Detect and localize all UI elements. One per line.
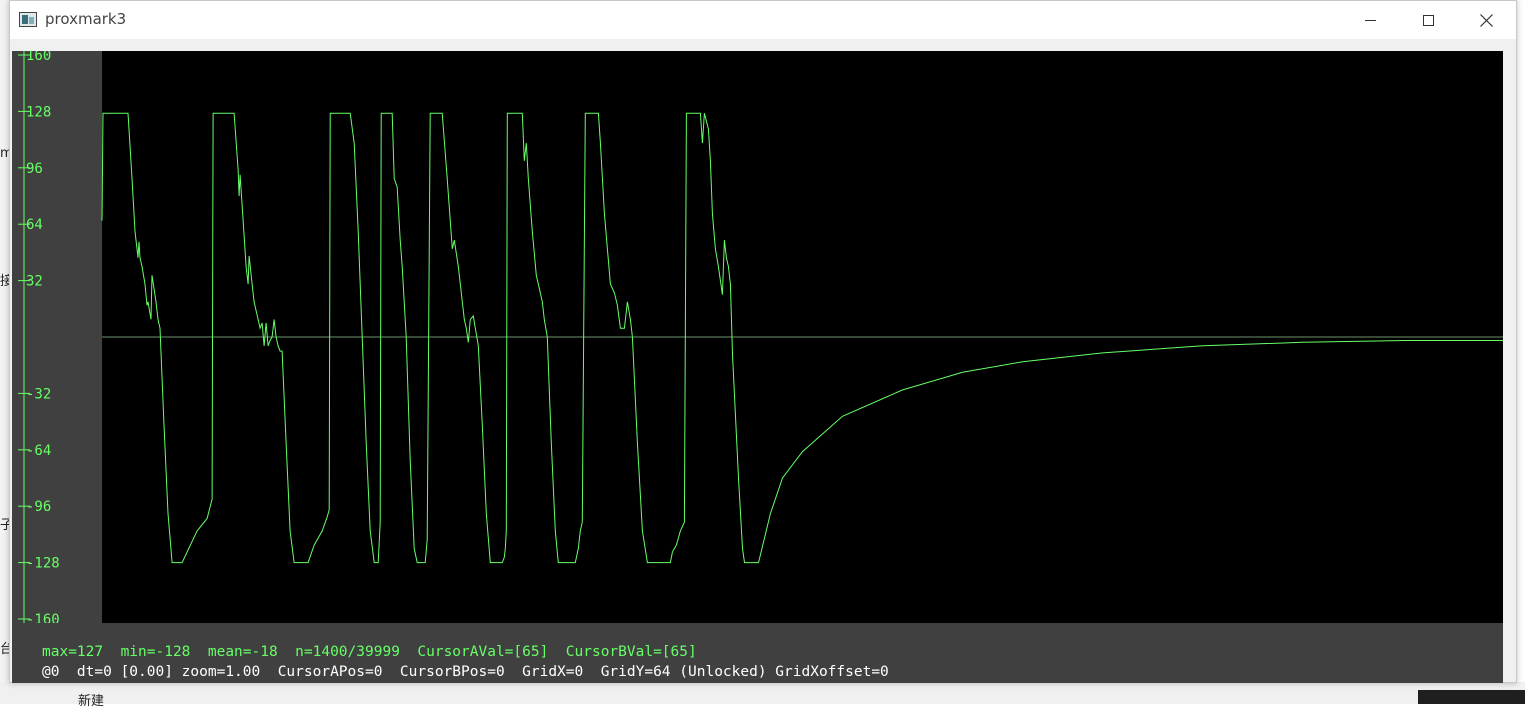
y-tick-label: 160 bbox=[26, 51, 51, 64]
y-tick-label: 64 bbox=[26, 217, 43, 233]
minimize-button[interactable] bbox=[1341, 1, 1399, 39]
proxmark-app-icon[interactable] bbox=[19, 12, 37, 27]
window-title: proxmark3 bbox=[45, 10, 127, 28]
y-tick-label: -160 bbox=[26, 612, 60, 623]
background-text-fragment: 新建 bbox=[78, 694, 105, 709]
y-tick-label: 32 bbox=[26, 274, 43, 290]
status-info-line: max=127 min=-128 mean=-18 n=1400/39999 C… bbox=[42, 644, 697, 660]
y-tick-label: -128 bbox=[26, 556, 60, 572]
waveform-plot[interactable]: 160 128 96 64 32 -32 -64 -96 -128 -160 bbox=[12, 51, 1503, 623]
y-tick-label: -32 bbox=[26, 386, 51, 402]
plot-client-area: 160 128 96 64 32 -32 -64 -96 -128 -160 max=127 mi… bbox=[12, 51, 1503, 683]
close-icon bbox=[1479, 13, 1493, 27]
desktop-taskbar-fragment bbox=[0, 682, 1525, 704]
maximize-icon bbox=[1422, 14, 1434, 26]
status-panel: max=127 min=-128 mean=-18 n=1400/39999 C… bbox=[12, 623, 1503, 683]
y-tick-label: 96 bbox=[26, 161, 43, 177]
maximize-button[interactable] bbox=[1399, 1, 1457, 39]
y-tick-label: 128 bbox=[26, 104, 51, 120]
minimize-icon bbox=[1364, 19, 1376, 21]
y-tick-label: -96 bbox=[26, 499, 51, 515]
proxmark-window: proxmark3 160 128 96 64 32 -32 -64 -96 -128 -160 … bbox=[9, 0, 1517, 683]
status-cursor-line: @0 dt=0 [0.00] zoom=1.00 CursorAPos=0 Cu… bbox=[42, 664, 889, 680]
y-tick-label: -64 bbox=[26, 443, 51, 459]
title-bar[interactable]: proxmark3 bbox=[10, 1, 1516, 39]
desktop-dark-fragment bbox=[1418, 690, 1525, 704]
close-button[interactable] bbox=[1457, 1, 1515, 39]
